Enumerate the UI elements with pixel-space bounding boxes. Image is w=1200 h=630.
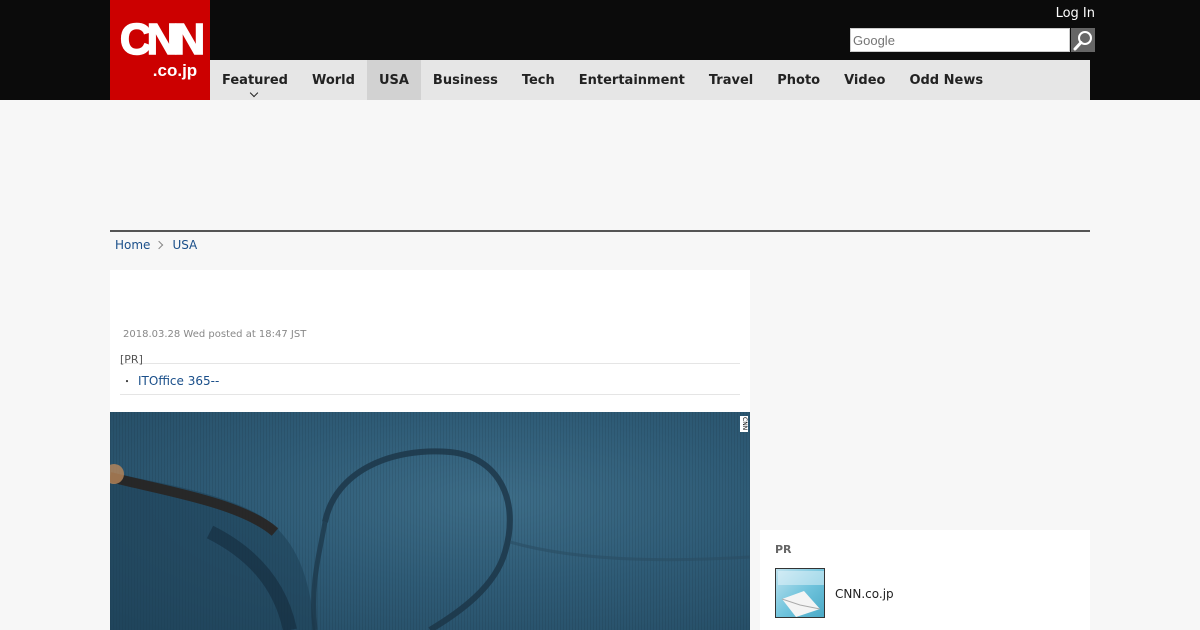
nav-label: Travel [708, 72, 754, 88]
search-icon [1073, 31, 1092, 51]
nav-label: USA [378, 72, 409, 88]
nav-label: Odd News [909, 72, 984, 88]
nav-label: Photo [777, 72, 821, 88]
nav-travel[interactable]: Travel [697, 60, 765, 100]
nav-label: Featured [222, 72, 288, 88]
section-divider [110, 230, 1090, 232]
nav-odd-news[interactable]: Odd News [897, 60, 995, 100]
nav-world[interactable]: World [300, 60, 367, 100]
nav-usa[interactable]: USA [366, 60, 421, 100]
pr-thumbnail[interactable] [775, 568, 825, 618]
article-photo: CNN [110, 412, 750, 630]
photo-content [110, 448, 750, 630]
logo-sub: .co.jp [152, 61, 198, 80]
nav-entertainment[interactable]: Entertainment [567, 60, 697, 100]
breadcrumb: Home USA [115, 238, 197, 252]
cnn-watermark: CNN [740, 416, 748, 432]
posted-timestamp: 2018.03.28 Wed posted at 18:47 JST [123, 329, 307, 340]
pr-link[interactable]: ITOffice 365-- [138, 374, 219, 388]
nav-video[interactable]: Video [832, 60, 897, 100]
breadcrumb-usa[interactable]: USA [172, 238, 197, 252]
nav-business[interactable]: Business [421, 60, 510, 100]
cnn-logo[interactable]: CNN .co.jp [110, 0, 210, 100]
main-nav: Featured World USA Business Tech Enterta… [210, 60, 1090, 100]
pr-label: [PR] [120, 354, 740, 365]
bullet-icon: ・ [122, 377, 132, 388]
nav-featured[interactable]: Featured [210, 60, 300, 100]
logo-main: CNN [119, 15, 206, 64]
nav-label: Business [432, 72, 498, 88]
nav-label: Entertainment [578, 72, 685, 88]
nav-label: Tech [521, 72, 555, 88]
chevron-right-icon [155, 240, 164, 250]
pr-link-row: ・ ITOffice 365-- [120, 364, 740, 395]
nav-label: Video [844, 72, 886, 88]
sidebar-pr-label: PR [775, 543, 792, 556]
envelope-icon [778, 571, 824, 617]
search-button[interactable] [1071, 28, 1095, 52]
pr-item-name[interactable]: CNN.co.jp [835, 587, 894, 601]
sidebar-pr-card: PR CNN.co.jp [760, 530, 1090, 630]
chevron-down-icon [249, 88, 259, 98]
breadcrumb-home[interactable]: Home [115, 238, 150, 252]
top-bar: CNN .co.jp Log In Featured World USA Bus… [0, 0, 1200, 100]
pr-box: [PR] ・ ITOffice 365-- [120, 354, 740, 395]
login-link[interactable]: Log In [1056, 6, 1095, 21]
search-input[interactable] [850, 28, 1070, 52]
nav-photo[interactable]: Photo [765, 60, 832, 100]
article-card: 2018.03.28 Wed posted at 18:47 JST [PR] … [110, 270, 750, 630]
nav-tech[interactable]: Tech [510, 60, 567, 100]
nav-label: World [311, 72, 355, 88]
